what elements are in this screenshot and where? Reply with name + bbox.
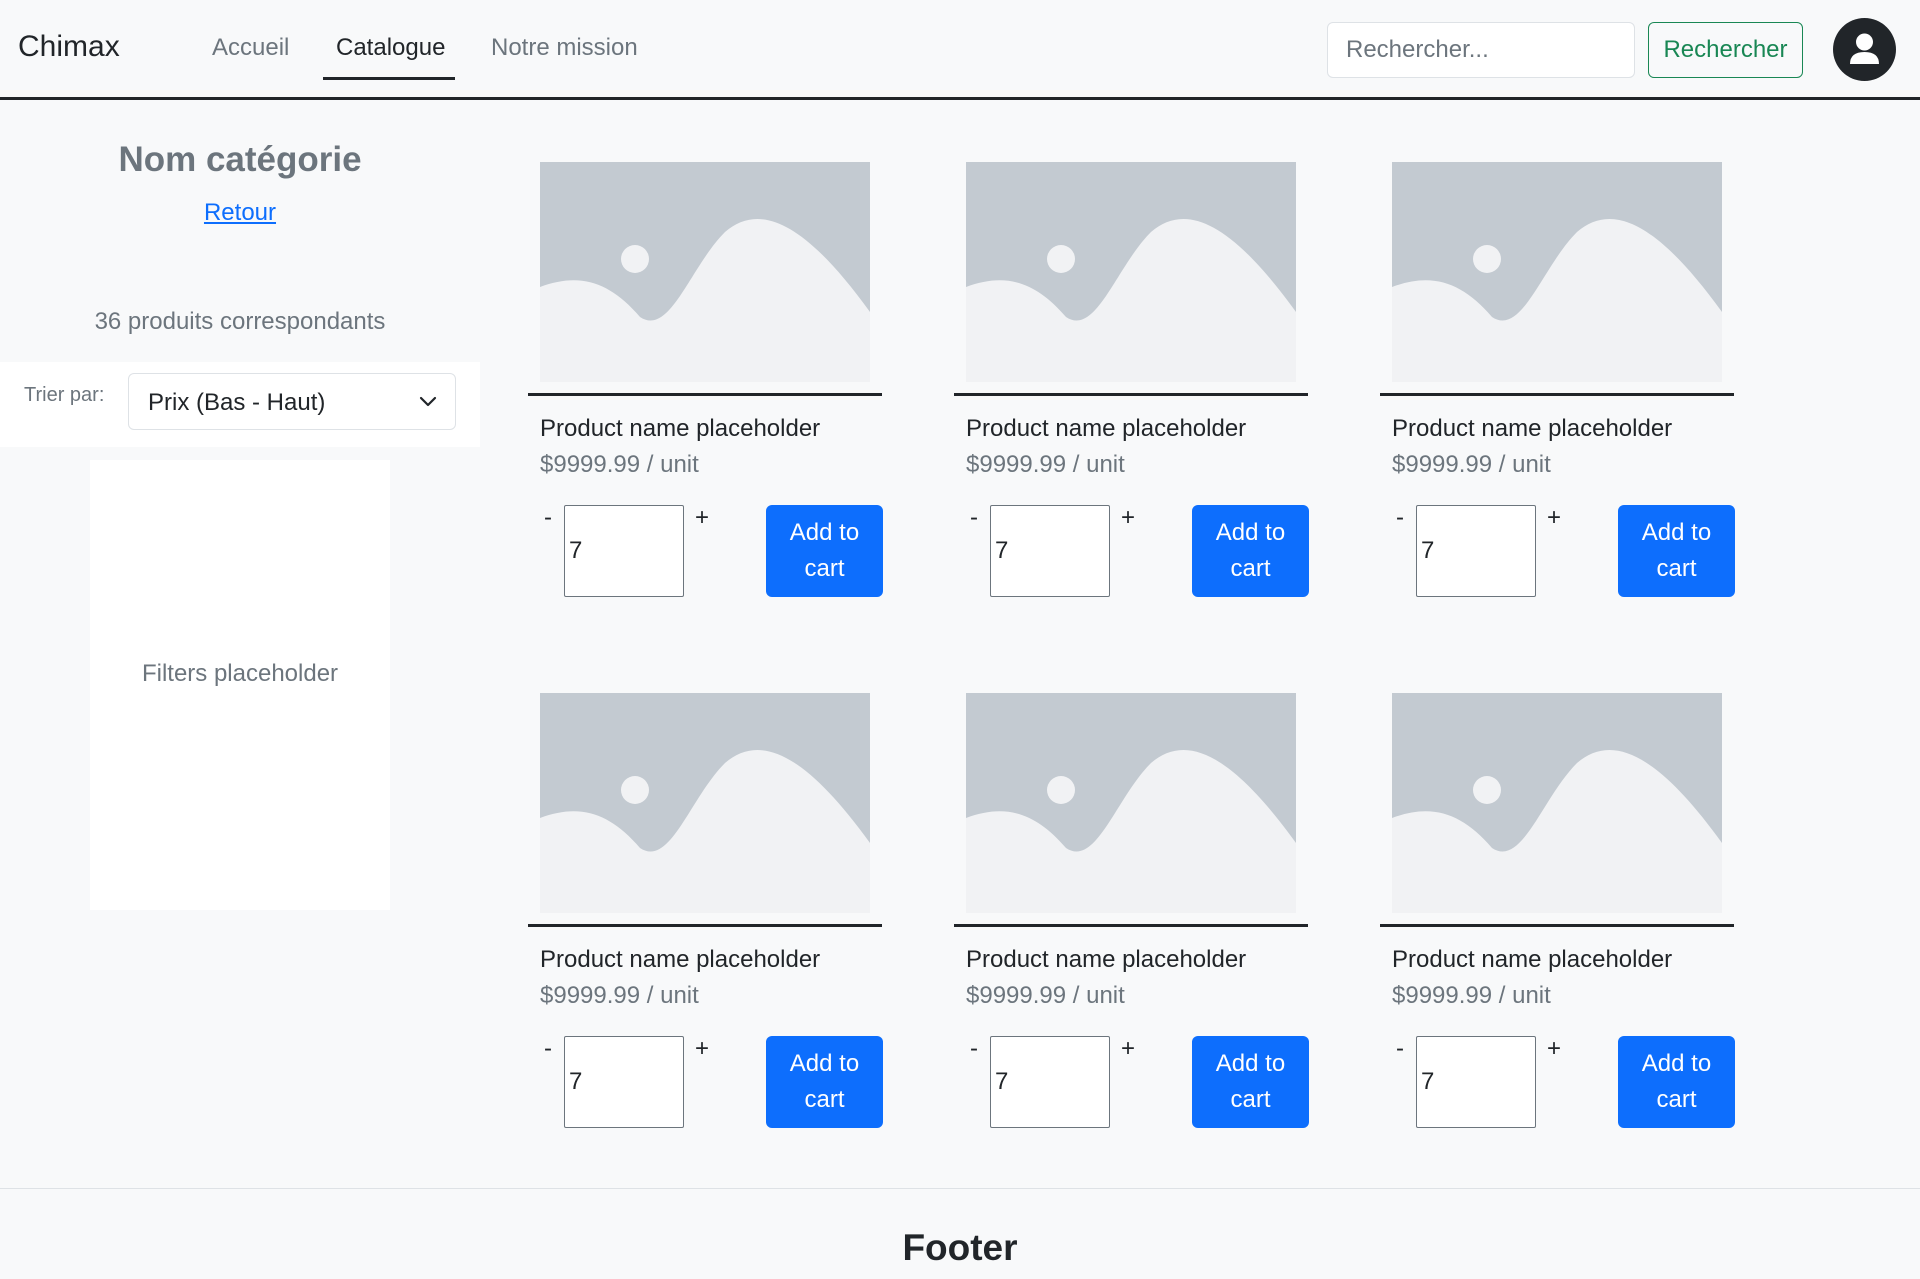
filters-placeholder: Filters placeholder — [141, 660, 339, 687]
increment-button[interactable]: + — [1544, 504, 1564, 532]
increment-button[interactable]: + — [1118, 504, 1138, 532]
product-price: $9999.99 / unit — [1392, 451, 1551, 478]
sort-label: Trier par: — [24, 384, 105, 406]
quantity-input[interactable] — [1416, 505, 1536, 597]
product-card: Product name placeholder $9999.99 / unit… — [1380, 693, 1736, 1143]
search-button[interactable]: Rechercher — [1648, 22, 1803, 78]
card-divider — [1380, 393, 1734, 396]
product-price: $9999.99 / unit — [966, 451, 1125, 478]
product-name: Product name placeholder — [540, 415, 821, 442]
image-placeholder-icon — [540, 162, 870, 382]
decrement-button[interactable]: - — [540, 504, 556, 532]
card-divider — [1380, 924, 1734, 927]
increment-button[interactable]: + — [1118, 1035, 1138, 1063]
user-avatar-button[interactable] — [1833, 18, 1896, 81]
footer-title: Footer — [902, 1227, 1018, 1268]
user-icon — [1850, 33, 1879, 64]
product-name: Product name placeholder — [1392, 415, 1673, 442]
increment-button[interactable]: + — [692, 504, 712, 532]
quantity-input[interactable] — [564, 1036, 684, 1128]
product-price: $9999.99 / unit — [1392, 982, 1551, 1009]
nav-link-catalogue[interactable]: Catalogue — [336, 34, 445, 62]
category-title: Nom catégorie — [118, 140, 362, 179]
product-card: Product name placeholder $9999.99 / unit… — [1380, 162, 1736, 612]
product-card: Product name placeholder $9999.99 / unit… — [528, 162, 884, 612]
product-card: Product name placeholder $9999.99 / unit… — [954, 162, 1310, 612]
image-placeholder-icon — [1392, 693, 1722, 913]
product-name: Product name placeholder — [966, 946, 1247, 973]
sort-select[interactable]: Prix (Bas - Haut) — [128, 373, 456, 430]
product-price: $9999.99 / unit — [540, 451, 699, 478]
image-placeholder-icon — [966, 162, 1296, 382]
quantity-input[interactable] — [1416, 1036, 1536, 1128]
card-divider — [954, 924, 1308, 927]
card-divider — [528, 924, 882, 927]
add-to-cart-button[interactable]: Add to cart — [1192, 505, 1309, 597]
product-card: Product name placeholder $9999.99 / unit… — [954, 693, 1310, 1143]
nav-link-notre-mission[interactable]: Notre mission — [491, 34, 638, 62]
back-link[interactable]: Retour — [0, 199, 480, 227]
footer-divider — [0, 1188, 1920, 1189]
decrement-button[interactable]: - — [966, 504, 982, 532]
sort-selected-value: Prix (Bas - Haut) — [148, 389, 326, 416]
results-count: 36 produits correspondants — [94, 308, 386, 335]
product-price: $9999.99 / unit — [540, 982, 699, 1009]
decrement-button[interactable]: - — [1392, 1035, 1408, 1063]
search-input[interactable] — [1327, 22, 1635, 78]
nav-link-accueil[interactable]: Accueil — [212, 34, 289, 62]
card-divider — [528, 393, 882, 396]
product-name: Product name placeholder — [966, 415, 1247, 442]
image-placeholder-icon — [1392, 162, 1722, 382]
add-to-cart-button[interactable]: Add to cart — [766, 1036, 883, 1128]
decrement-button[interactable]: - — [540, 1035, 556, 1063]
product-price: $9999.99 / unit — [966, 982, 1125, 1009]
add-to-cart-button[interactable]: Add to cart — [766, 505, 883, 597]
add-to-cart-button[interactable]: Add to cart — [1618, 1036, 1735, 1128]
product-name: Product name placeholder — [540, 946, 821, 973]
product-name: Product name placeholder — [1392, 946, 1673, 973]
quantity-input[interactable] — [564, 505, 684, 597]
decrement-button[interactable]: - — [966, 1035, 982, 1063]
image-placeholder-icon — [966, 693, 1296, 913]
product-card: Product name placeholder $9999.99 / unit… — [528, 693, 884, 1143]
active-nav-indicator — [323, 77, 455, 80]
filters-panel: Filters placeholder — [90, 460, 390, 910]
add-to-cart-button[interactable]: Add to cart — [1618, 505, 1735, 597]
quantity-input[interactable] — [990, 1036, 1110, 1128]
image-placeholder-icon — [540, 693, 870, 913]
increment-button[interactable]: + — [692, 1035, 712, 1063]
decrement-button[interactable]: - — [1392, 504, 1408, 532]
chevron-down-icon — [419, 396, 437, 407]
card-divider — [954, 393, 1308, 396]
add-to-cart-button[interactable]: Add to cart — [1192, 1036, 1309, 1128]
quantity-input[interactable] — [990, 505, 1110, 597]
increment-button[interactable]: + — [1544, 1035, 1564, 1063]
navbar: Chimax Accueil Catalogue Notre mission R… — [0, 0, 1920, 100]
brand-logo[interactable]: Chimax — [18, 30, 120, 64]
